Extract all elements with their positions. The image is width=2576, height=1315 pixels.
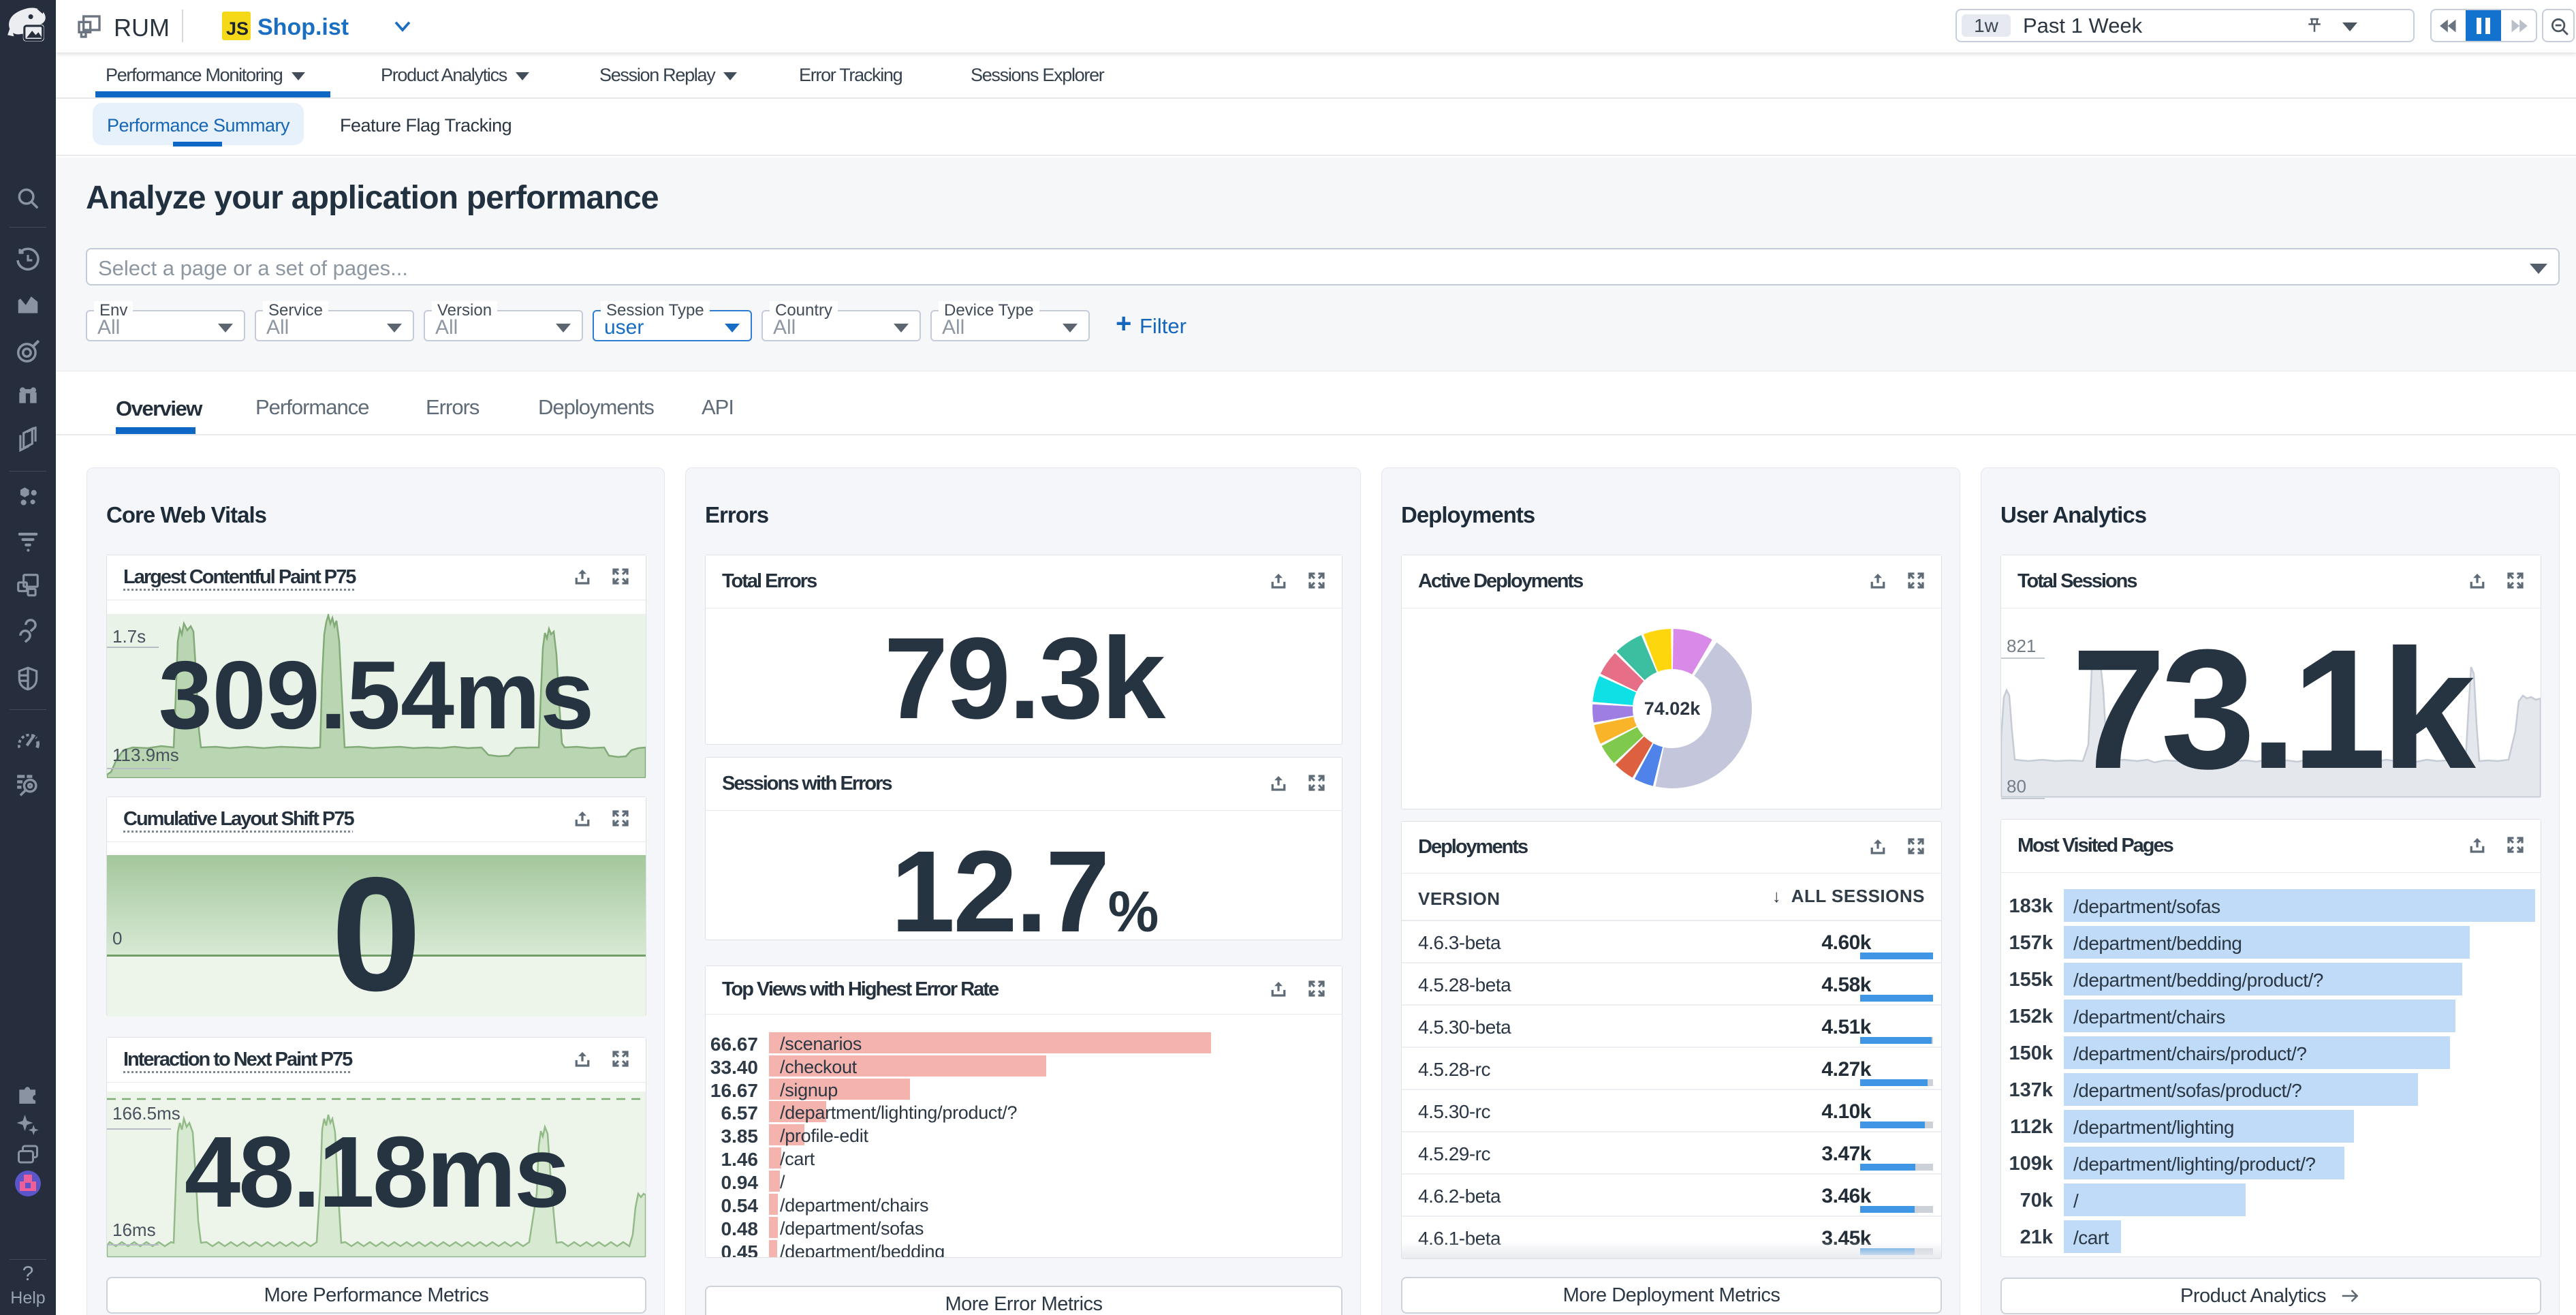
svg-text:74.02k: 74.02k xyxy=(1644,698,1701,719)
